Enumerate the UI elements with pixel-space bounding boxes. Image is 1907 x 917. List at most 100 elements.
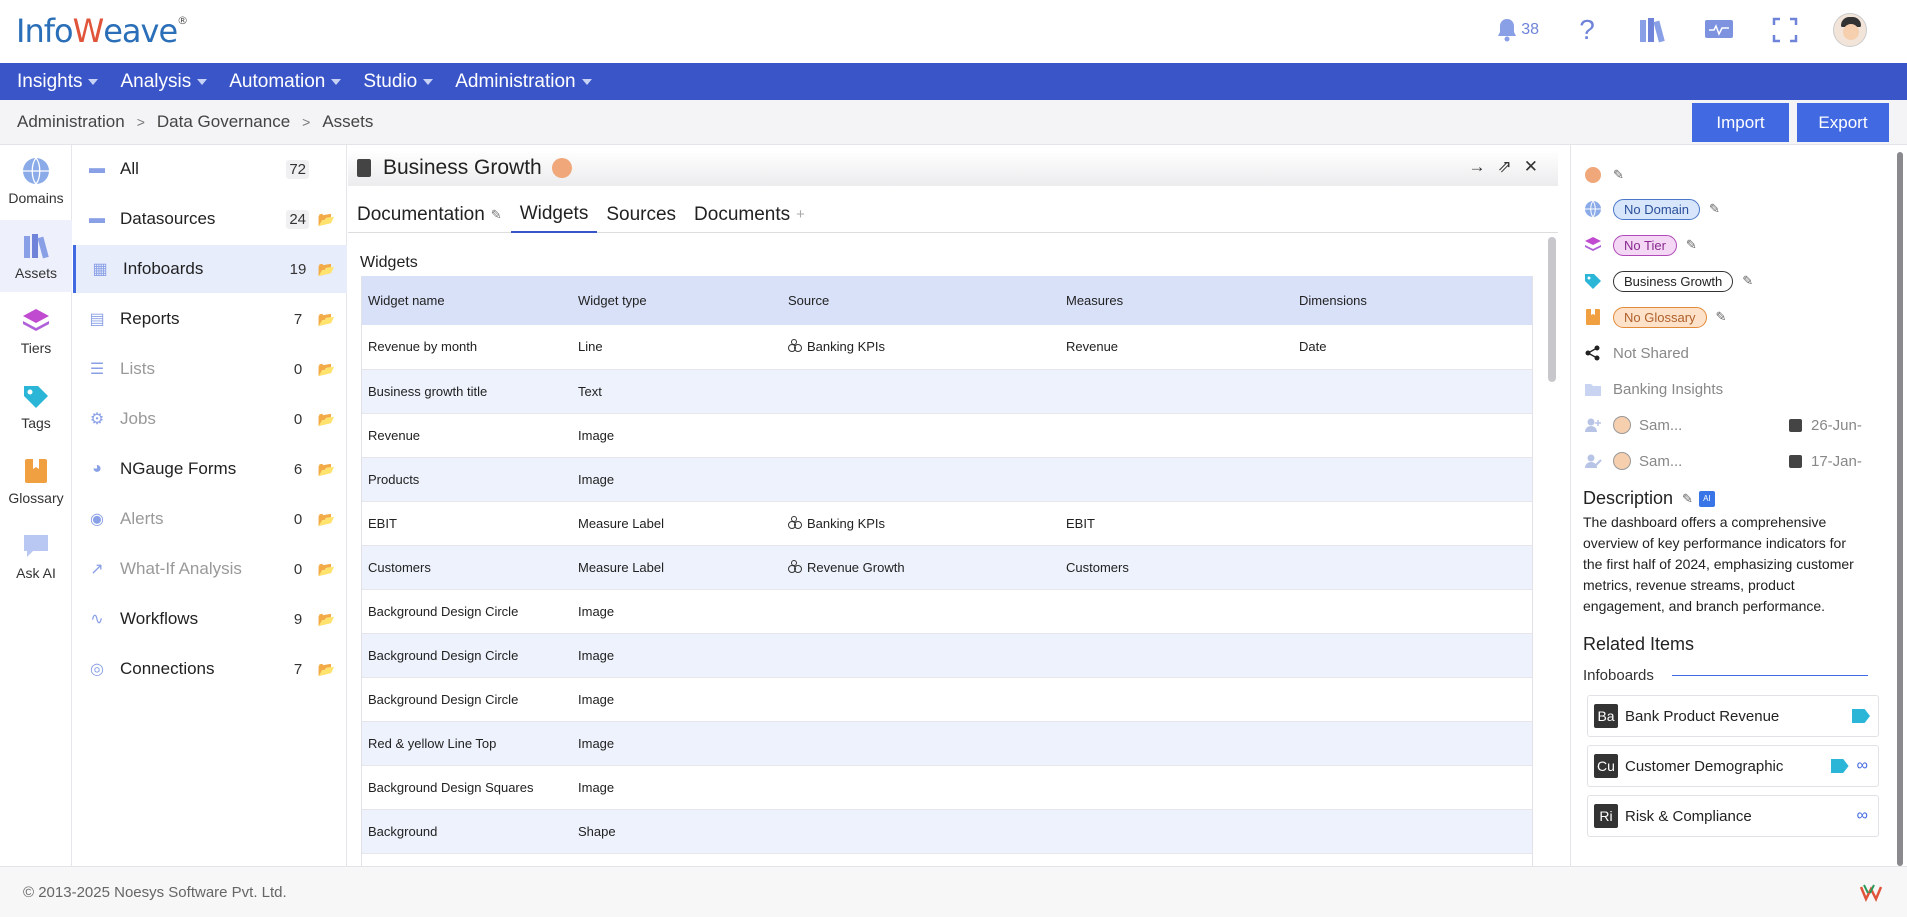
pencil-icon[interactable]: ✎	[1742, 273, 1753, 289]
pencil-icon[interactable]: ✎	[1613, 167, 1624, 183]
app-logo[interactable]: Info Weave ®	[16, 10, 188, 52]
nav-studio[interactable]: Studio	[363, 71, 434, 93]
category-all[interactable]: ▬ All 72	[73, 145, 347, 193]
table-row[interactable]: Background Design Circle Image	[362, 633, 1532, 678]
rail-tiers[interactable]: Tiers	[0, 295, 72, 367]
plus-icon[interactable]: +	[796, 206, 805, 223]
import-button[interactable]: Import	[1692, 103, 1789, 142]
table-row[interactable]: Background Shape	[362, 809, 1532, 854]
category-reports[interactable]: ▤ Reports 7 📂	[73, 295, 347, 343]
folder-open-icon[interactable]: 📂	[318, 511, 335, 528]
link-icon[interactable]: ∞	[1857, 807, 1868, 825]
chat-icon	[19, 531, 53, 561]
column-header[interactable]: Widget type	[572, 276, 782, 325]
monitor-button[interactable]	[1701, 12, 1737, 48]
cell-text: Image	[578, 735, 615, 751]
column-header[interactable]: Widget name	[362, 276, 572, 325]
table-cell: Customers	[362, 545, 572, 590]
tab-sources[interactable]: Sources	[597, 196, 685, 233]
folder-open-icon[interactable]: 📂	[318, 561, 335, 578]
folder-open-icon[interactable]: 📂	[318, 211, 335, 228]
folder-open-icon[interactable]: 📂	[318, 611, 335, 628]
library-button[interactable]	[1635, 12, 1671, 48]
user-avatar[interactable]	[1833, 13, 1867, 47]
table-cell	[1293, 369, 1532, 414]
related-item[interactable]: Ba Bank Product Revenue	[1587, 695, 1879, 737]
folder-open-icon[interactable]: 📂	[318, 661, 335, 678]
category-label: Connections	[120, 659, 215, 678]
rail-glossary[interactable]: Glossary	[0, 445, 72, 517]
table-row[interactable]: Background Design Squares Image	[362, 765, 1532, 810]
nav-label: Automation	[229, 70, 326, 92]
folder-name[interactable]: Banking Insights	[1613, 381, 1723, 398]
category-connections[interactable]: ◎ Connections 7 📂	[73, 645, 347, 693]
table-row[interactable]: Background Design Circle Image	[362, 589, 1532, 634]
ai-generate-button[interactable]: AI	[1698, 490, 1715, 507]
rail-assets[interactable]: Assets	[0, 220, 72, 292]
related-item[interactable]: Cu Customer Demographic ∞	[1587, 745, 1879, 787]
category-jobs[interactable]: ⚙ Jobs 0 📂	[73, 395, 347, 443]
pencil-icon[interactable]: ✎	[1716, 309, 1727, 325]
external-link-icon[interactable]: ⇗	[1498, 157, 1512, 177]
category-workflows[interactable]: ∿ Workflows 9 📂	[73, 595, 347, 643]
glossary-pill[interactable]: No Glossary	[1613, 306, 1707, 328]
asset-properties-panel: ✎ No Domain ✎ No Tier ✎ Business Growth …	[1570, 145, 1890, 866]
folder-open-icon[interactable]: 📂	[318, 411, 335, 428]
table-row[interactable]: Customers Measure Label Revenue Growth Cust…	[362, 545, 1532, 590]
tab-widgets[interactable]: Widgets	[510, 196, 598, 233]
notifications-button[interactable]: 38	[1495, 12, 1539, 48]
table-row[interactable]: EBIT Measure Label Banking KPIs EBIT	[362, 501, 1532, 546]
rail-tags[interactable]: Tags	[0, 370, 72, 442]
category-what-if-analysis[interactable]: ↗ What-If Analysis 0 📂	[73, 545, 347, 593]
folder-open-icon[interactable]: 📂	[318, 461, 335, 478]
folder-open-icon[interactable]: 📂	[318, 361, 335, 378]
detail-tabs: Documentation ✎ Widgets Sources Document…	[348, 196, 1558, 233]
pencil-icon[interactable]: ✎	[1682, 491, 1693, 507]
link-icon[interactable]: ∞	[1857, 757, 1868, 775]
pencil-icon[interactable]: ✎	[491, 207, 502, 223]
column-header[interactable]: Measures	[1060, 276, 1293, 325]
tier-pill[interactable]: No Tier	[1613, 234, 1677, 256]
nav-administration[interactable]: Administration	[455, 71, 592, 93]
share-status[interactable]: Not Shared	[1613, 345, 1689, 362]
column-header[interactable]: Source	[782, 276, 1060, 325]
category-ngauge-forms[interactable]: ◕ NGauge Forms 6 📂	[73, 445, 347, 493]
arrow-right-icon[interactable]: →	[1469, 157, 1486, 177]
table-row[interactable]: Products Image	[362, 457, 1532, 502]
table-scrollbar[interactable]	[1548, 237, 1556, 382]
category-infoboards[interactable]: ▦ Infoboards 19 📂	[73, 245, 347, 293]
table-row[interactable]: Revenue Image	[362, 413, 1532, 458]
table-row[interactable]: Revenue by month Line Banking KPIs Revenue D…	[362, 325, 1532, 370]
rail-domains[interactable]: Domains	[0, 145, 72, 217]
breadcrumb-data-governance[interactable]: Data Governance	[157, 112, 290, 132]
nav-automation[interactable]: Automation	[229, 70, 342, 93]
cell-text: Banking KPIs	[807, 339, 886, 355]
category-datasources[interactable]: ▬ Datasources 24 📂	[73, 195, 347, 243]
table-row[interactable]: Red & yellow Line Top Image	[362, 721, 1532, 766]
category-lists[interactable]: ☰ Lists 0 📂	[73, 345, 347, 393]
close-icon[interactable]: ✕	[1524, 157, 1538, 177]
table-row[interactable]: Business growth title Text	[362, 369, 1532, 414]
category-alerts[interactable]: ◉ Alerts 0 📂	[73, 495, 347, 543]
modified-row: Sam... 17-Jan-	[1583, 449, 1862, 473]
tag-pill[interactable]: Business Growth	[1613, 270, 1734, 292]
domain-pill[interactable]: No Domain	[1613, 198, 1701, 220]
tab-documentation[interactable]: Documentation ✎	[348, 196, 511, 233]
nav-analysis[interactable]: Analysis	[120, 71, 208, 93]
pencil-icon[interactable]: ✎	[1686, 237, 1697, 253]
table-row[interactable]: Background Design Circle Image	[362, 677, 1532, 722]
related-item[interactable]: Ri Risk & Compliance ∞	[1587, 795, 1879, 837]
pencil-icon[interactable]: ✎	[1709, 201, 1720, 217]
fullscreen-button[interactable]	[1767, 12, 1803, 48]
rail-ask-ai[interactable]: Ask AI	[0, 520, 72, 592]
table-cell: Revenue Growth	[782, 545, 1060, 590]
nav-insights[interactable]: Insights	[17, 71, 99, 93]
panel-scrollbar[interactable]	[1897, 152, 1903, 866]
folder-open-icon[interactable]: 📂	[318, 311, 335, 328]
help-button[interactable]: ?	[1569, 12, 1605, 48]
export-button[interactable]: Export	[1797, 103, 1889, 142]
column-header[interactable]: Dimensions	[1293, 276, 1532, 325]
folder-open-icon[interactable]: 📂	[318, 261, 335, 278]
breadcrumb-administration[interactable]: Administration	[17, 112, 125, 132]
tab-documents[interactable]: Documents +	[685, 196, 814, 233]
